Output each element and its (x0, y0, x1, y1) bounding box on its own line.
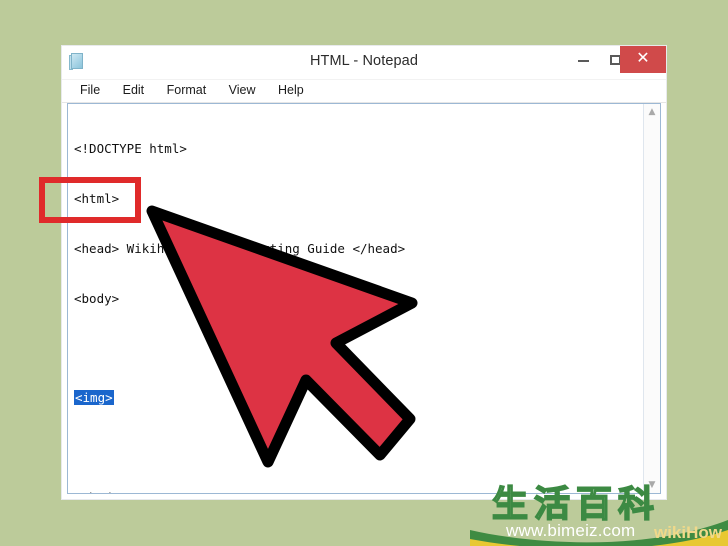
maximize-icon (609, 54, 621, 65)
close-icon: ✕ (636, 50, 650, 67)
img-tag-highlight-box (39, 177, 141, 223)
code-line: <!DOCTYPE html> (74, 141, 187, 157)
code-line: </body> (74, 490, 405, 493)
menu-item-view[interactable]: View (220, 80, 265, 100)
menu-item-file[interactable]: File (71, 80, 109, 100)
wikihow-brand: wikiHow (653, 523, 722, 542)
menu-bar: File Edit Format View Help (62, 80, 666, 103)
minimize-button[interactable] (566, 46, 599, 73)
menu-item-format[interactable]: Format (158, 80, 216, 100)
vertical-scrollbar[interactable]: ▲ ▼ (643, 104, 660, 493)
selected-img-tag[interactable]: <img> (74, 390, 114, 406)
watermark-characters: 生活百科 (491, 484, 661, 526)
title-bar[interactable]: HTML - Notepad ✕ (62, 46, 666, 80)
scroll-up-icon[interactable]: ▲ (644, 104, 660, 120)
close-button[interactable]: ✕ (620, 46, 666, 73)
watermark-url: www.bimeiz.com (506, 521, 636, 540)
watermark: wikiHow 生活百科 www.bimeiz.com (470, 484, 728, 546)
menu-item-help[interactable]: Help (269, 80, 313, 100)
minimize-icon (577, 59, 589, 62)
red-arrow-pointer-icon (146, 205, 418, 468)
menu-item-edit[interactable]: Edit (114, 80, 154, 100)
